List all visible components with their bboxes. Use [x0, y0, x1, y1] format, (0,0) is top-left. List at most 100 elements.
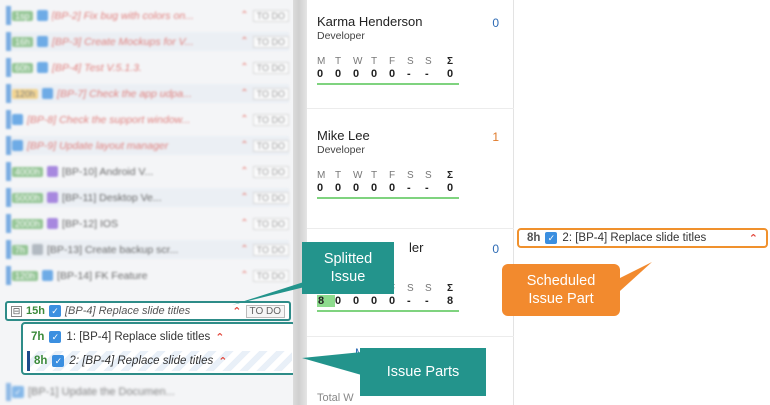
issue-estimate: 2000h — [12, 218, 44, 229]
status-badge[interactable]: TO DO — [252, 165, 289, 178]
panel-divider[interactable] — [293, 0, 307, 405]
part-estimate: 8h — [34, 355, 48, 367]
issue-title: [BP-13] Create backup scr... — [47, 243, 179, 256]
backlog-row[interactable]: 5000h [BP-11] Desktop Ve... ⌃ TO DO — [6, 188, 289, 207]
issue-part-row[interactable]: 8h ✓ 2: [BP-4] Replace slide titles ⌃ — [27, 351, 292, 371]
status-badge[interactable]: TO DO — [252, 113, 289, 126]
status-badge[interactable]: TO DO — [252, 217, 289, 230]
day-hours: 0 — [389, 295, 396, 307]
scheduled-issue-card[interactable]: 8h ✓ 2: [BP-4] Replace slide titles ⌃ — [517, 228, 768, 248]
status-badge[interactable]: TO DO — [252, 243, 289, 256]
issue-title: [BP-8] Check the support window... — [27, 113, 191, 126]
day-hours: - — [407, 295, 411, 307]
sum-label: Σ — [447, 170, 454, 181]
day-label: T — [335, 170, 342, 181]
person-role: Developer — [317, 30, 365, 42]
issue-title: [BP-10] Android V... — [62, 165, 154, 178]
day-hours: 0 — [353, 68, 360, 80]
priority-icon: ⌃ — [240, 270, 249, 281]
day-column: S- — [425, 56, 443, 80]
part-title: 1: [BP-4] Replace slide titles — [66, 331, 211, 343]
sum-label: Σ — [447, 56, 454, 67]
issue-title: [BP-2] Fix bug with colors on... — [51, 9, 194, 22]
day-column: T0 — [371, 170, 389, 194]
backlog-row[interactable]: 1sp [BP-2] Fix bug with colors on... ⌃ TO D… — [6, 6, 289, 25]
sum-hours: 0 — [447, 68, 454, 80]
total-label: Total W — [317, 392, 354, 404]
issue-type-icon — [42, 88, 54, 99]
issue-type-icon — [32, 244, 44, 255]
checkbox-icon: ✓ — [52, 355, 65, 367]
status-badge[interactable]: TO DO — [252, 61, 289, 74]
status-badge[interactable]: TO DO — [252, 139, 289, 152]
day-label: F — [389, 56, 396, 67]
issue-title: [BP-3] Create Mockups for V... — [52, 35, 194, 48]
day-column: F0 — [389, 56, 407, 80]
priority-high-icon: ⌃ — [232, 305, 242, 318]
person-card[interactable]: Mike Lee Developer 1 M 0 T 0 W 0 T 0 F 0 S - S - Σ 0 — [317, 128, 507, 199]
backlog-row[interactable]: 16h [BP-3] Create Mockups for V... ⌃ TO DO — [6, 32, 289, 51]
person-name: Mike Lee — [317, 128, 370, 143]
day-label: S — [407, 283, 414, 294]
day-label: M — [317, 56, 326, 67]
day-column: T0 — [335, 56, 353, 80]
day-label: S — [425, 56, 432, 67]
part-title: 2: [BP-4] Replace slide titles — [69, 355, 214, 367]
issue-parts-box: 7h ✓ 1: [BP-4] Replace slide titles ⌃ 8h… — [21, 322, 293, 375]
backlog-row[interactable]: [BP-9] Update layout manager ⌃ TO DO — [6, 136, 289, 155]
status-badge[interactable]: TO DO — [245, 304, 285, 318]
day-hours: - — [425, 68, 429, 80]
issue-estimate: 7h — [12, 244, 29, 255]
person-card[interactable]: Karma Henderson Developer 0 M 0 T 0 W 0 T 0 F 0 S - S - Σ… — [317, 14, 507, 85]
status-badge[interactable]: TO DO — [252, 9, 289, 22]
checkbox-icon: ✓ — [12, 386, 24, 398]
backlog-row[interactable]: ✓ [BP-1] Update the Documen... — [6, 383, 289, 401]
priority-icon: ⌃ — [240, 192, 249, 203]
issue-estimate: 120h — [12, 270, 39, 281]
day-column: S- — [425, 170, 443, 194]
day-column: F0 — [389, 170, 407, 194]
issue-estimate: 5000h — [12, 192, 44, 203]
backlog-row[interactable]: 120h [BP-7] Check the app udpa... ⌃ TO DO — [6, 84, 289, 103]
checkbox-icon: ✓ — [545, 232, 558, 244]
issue-type-icon — [47, 218, 59, 229]
backlog-row[interactable]: 7h [BP-13] Create backup scr... ⌃ TO DO — [6, 240, 289, 259]
backlog-row[interactable]: 60h [BP-4] Test V.5.1.3. ⌃ TO DO — [6, 58, 289, 77]
priority-high-icon: ⌃ — [218, 355, 228, 368]
capacity-bar — [317, 83, 459, 85]
priority-icon: ⌃ — [240, 36, 249, 47]
backlog-row[interactable]: [BP-8] Check the support window... ⌃ TO DO — [6, 110, 289, 129]
day-hours: - — [407, 68, 411, 80]
backlog-panel: 1sp [BP-2] Fix bug with colors on... ⌃ TO D… — [0, 0, 293, 405]
day-column: M0 — [317, 170, 335, 194]
day-column: T0 — [371, 56, 389, 80]
status-badge[interactable]: TO DO — [252, 35, 289, 48]
day-hours: 0 — [371, 68, 378, 80]
issue-title: [BP-4] Test V.5.1.3. — [52, 61, 142, 74]
day-label: T — [335, 56, 342, 67]
callout-splitted-issue: Splitted Issue — [302, 242, 394, 294]
card-estimate: 8h — [527, 232, 541, 244]
status-badge[interactable]: TO DO — [252, 87, 289, 100]
backlog-row[interactable]: 4000h [BP-10] Android V... ⌃ TO DO — [6, 162, 289, 181]
day-column: M0 — [317, 56, 335, 80]
backlog-row[interactable]: 120h [BP-14] FK Feature ⌃ TO DO — [6, 266, 289, 285]
priority-icon: ⌃ — [240, 62, 249, 73]
day-label: W — [353, 170, 363, 181]
collapse-toggle-icon[interactable]: ⊟ — [11, 305, 22, 317]
day-hours: 0 — [371, 182, 378, 194]
issue-type-icon — [36, 10, 48, 21]
backlog-row[interactable]: 2000h [BP-12] IOS ⌃ TO DO — [6, 214, 289, 233]
issue-part-row[interactable]: 7h ✓ 1: [BP-4] Replace slide titles ⌃ — [27, 327, 292, 347]
splitted-issue-row[interactable]: ⊟ 15h ✓ [BP-4] Replace slide titles ⌃ TO… — [5, 301, 291, 321]
day-label: T — [371, 170, 378, 181]
day-hours: 0 — [317, 182, 324, 194]
day-column: T0 — [335, 170, 353, 194]
day-hours: - — [407, 182, 411, 194]
day-hours: 0 — [353, 295, 360, 307]
schedule-grid — [515, 0, 770, 405]
issue-title: [BP-1] Update the Documen... — [28, 386, 175, 398]
day-hours: 0 — [371, 295, 378, 307]
status-badge[interactable]: TO DO — [252, 269, 289, 282]
status-badge[interactable]: TO DO — [252, 191, 289, 204]
